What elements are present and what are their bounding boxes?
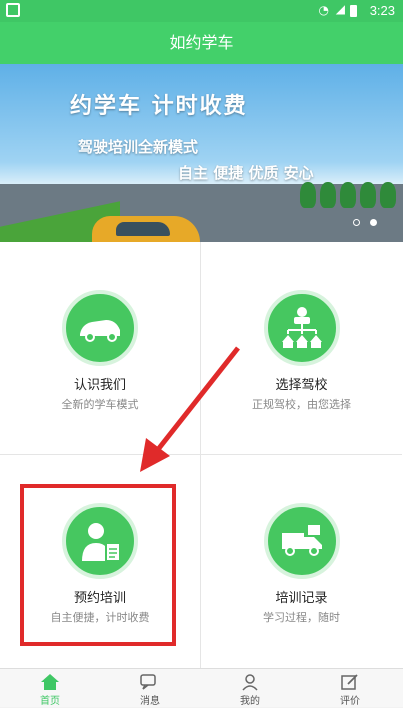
promo-banner[interactable]: 约学车 计时收费 驾驶培训全新模式 自主 便捷 优质 安心 [0, 64, 403, 242]
notification-icon [6, 3, 20, 17]
edit-icon [341, 674, 358, 690]
feature-title: 培训记录 [275, 591, 328, 606]
tab-label: 评价 [340, 696, 360, 707]
battery-icon [350, 5, 357, 17]
feature-training-records[interactable]: 培训记录 学习过程，随时 [201, 455, 402, 668]
taxi-image [92, 216, 200, 242]
wifi-icon: ◔ [318, 3, 329, 17]
tab-mine[interactable]: 我的 [200, 669, 300, 708]
tab-messages[interactable]: 消息 [100, 669, 200, 708]
banner-subline: 驾驶培训全新模式 [78, 138, 199, 156]
feature-desc: 学习过程，随时 [263, 611, 340, 624]
truck-icon [263, 503, 340, 579]
app-title-bar: 如约学车 [0, 22, 403, 64]
banner-tree [380, 182, 396, 208]
car-icon [62, 290, 138, 366]
feature-choose-school[interactable]: 选择驾校 正规驾校，由您选择 [201, 242, 402, 455]
highlight-box [20, 484, 176, 646]
home-icon [41, 674, 59, 690]
banner-dot-active[interactable] [370, 219, 377, 226]
banner-pagination [348, 211, 377, 230]
banner-tree [320, 182, 336, 208]
feature-title: 选择驾校 [275, 378, 328, 393]
tab-label: 我的 [240, 696, 260, 707]
signal-icon: ◢ [335, 2, 345, 16]
tab-label: 首页 [40, 696, 60, 707]
feature-desc: 正规驾校，由您选择 [252, 398, 351, 411]
status-bar: ◔ ◢ 3:23 [0, 0, 403, 22]
tab-label: 消息 [140, 696, 160, 707]
banner-tree [360, 182, 376, 208]
org-chart-icon [263, 290, 340, 366]
banner-tree [340, 182, 356, 208]
banner-headline: 约学车 计时收费 [70, 94, 248, 119]
bottom-tab-bar: 首页 消息 我的 评价 [0, 668, 403, 707]
chat-icon [140, 674, 156, 690]
page-title: 如约学车 [169, 33, 234, 52]
tab-home[interactable]: 首页 [0, 669, 100, 708]
status-time: 3:23 [369, 3, 395, 18]
banner-dot[interactable] [352, 219, 360, 226]
tab-reviews[interactable]: 评价 [300, 669, 400, 708]
banner-subline-2: 自主 便捷 优质 安心 [178, 164, 314, 182]
user-icon [242, 674, 258, 691]
feature-about-us[interactable]: 认识我们 全新的学车模式 [0, 242, 201, 455]
feature-desc: 全新的学车模式 [61, 398, 139, 411]
banner-tree [300, 182, 316, 208]
feature-title: 认识我们 [73, 378, 126, 393]
